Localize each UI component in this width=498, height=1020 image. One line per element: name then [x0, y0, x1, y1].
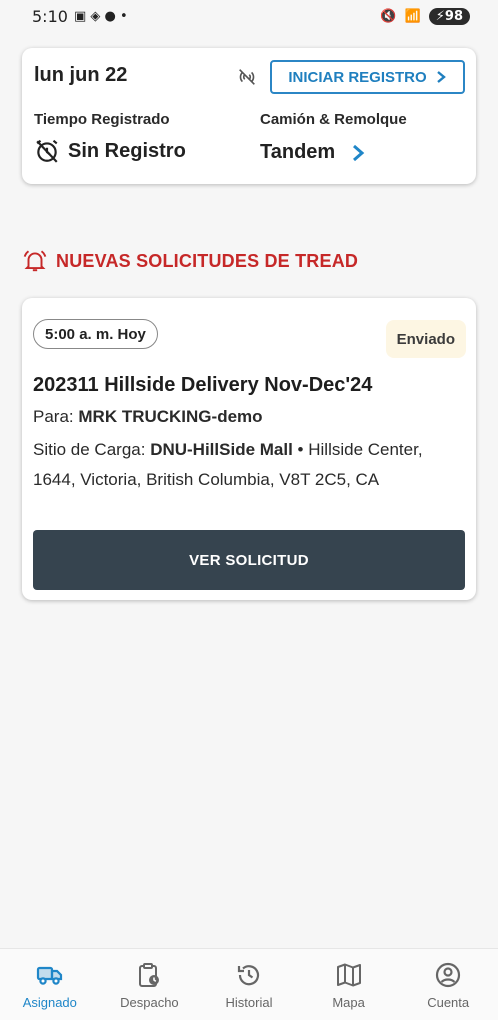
assignment-date: lun jun 22	[34, 64, 128, 86]
nav-label: Mapa	[332, 995, 365, 1010]
new-requests-header: NUEVAS SOLICITUDES DE TREAD	[22, 248, 358, 274]
history-icon	[237, 965, 260, 986]
request-title: 202311 Hillside Delivery Nov-Dec'24	[33, 374, 373, 396]
map-icon	[336, 963, 361, 987]
time-logged-value: Sin Registro	[34, 138, 186, 164]
chevron-right-icon	[353, 144, 365, 161]
battery-level: 98	[444, 8, 463, 24]
wifi-icon: 📶	[404, 8, 421, 24]
recipient-label: Para:	[33, 407, 74, 426]
nav-item-mapa[interactable]: Mapa	[304, 961, 394, 1010]
clipboard-clock-icon	[139, 963, 160, 987]
loading-site: Sitio de Carga: DNU-HillSide Mall • Hill…	[33, 435, 453, 495]
start-log-button[interactable]: INICIAR REGISTRO	[270, 60, 465, 94]
request-recipient: Para: MRK TRUCKING-demo	[33, 407, 263, 427]
nav-item-despacho[interactable]: Despacho	[104, 961, 194, 1010]
no-signal-icon	[239, 69, 255, 85]
mute-icon: 🔇	[380, 8, 397, 24]
request-card: 5:00 a. m. Hoy Enviado 202311 Hillside D…	[22, 298, 476, 600]
view-request-button[interactable]: VER SOLICITUD	[33, 530, 465, 590]
truck-icon	[36, 966, 62, 985]
status-badge: Enviado	[385, 320, 466, 358]
nav-item-historial[interactable]: Historial	[204, 961, 294, 1010]
status-time: 5:10	[32, 6, 68, 26]
time-logged-label: Tiempo Registrado	[34, 111, 170, 128]
time-logged-text: Sin Registro	[68, 139, 186, 162]
truck-value: Tandem	[260, 141, 336, 163]
start-log-label: INICIAR REGISTRO	[288, 68, 427, 86]
loading-site-label: Sitio de Carga:	[33, 440, 146, 459]
bottom-nav: Asignado Despacho Historial Mapa Cuenta	[0, 948, 498, 1020]
assignment-card: lun jun 22 INICIAR REGISTRO Tiempo Regis…	[22, 48, 476, 184]
truck-trailer-label: Camión & Remolque	[260, 111, 407, 128]
bullet-separator: •	[297, 440, 304, 459]
truck-selector[interactable]: Tandem	[260, 141, 365, 164]
nav-label: Cuenta	[427, 995, 470, 1010]
nav-label: Despacho	[120, 995, 179, 1010]
nav-label: Asignado	[22, 995, 77, 1010]
notification-icons: ▣ ◈ ● •	[73, 8, 128, 24]
battery-indicator: ⚡98	[428, 7, 470, 25]
loading-site-name: DNU-HillSide Mall	[150, 440, 293, 459]
request-time: 5:00 a. m. Hoy	[33, 319, 158, 349]
account-icon	[436, 962, 461, 988]
nav-item-asignado[interactable]: Asignado	[5, 961, 95, 1010]
status-bar: 5:10 ▣ ◈ ● • 🔇 📶 ⚡98	[0, 0, 498, 32]
recipient-value: MRK TRUCKING-demo	[78, 407, 263, 426]
chevron-right-icon	[436, 71, 446, 83]
alarm-bell-icon	[23, 250, 47, 272]
alarm-off-icon	[36, 139, 58, 163]
nav-item-cuenta[interactable]: Cuenta	[403, 961, 493, 1010]
nav-label: Historial	[225, 995, 273, 1010]
new-requests-title: NUEVAS SOLICITUDES DE TREAD	[56, 250, 359, 271]
